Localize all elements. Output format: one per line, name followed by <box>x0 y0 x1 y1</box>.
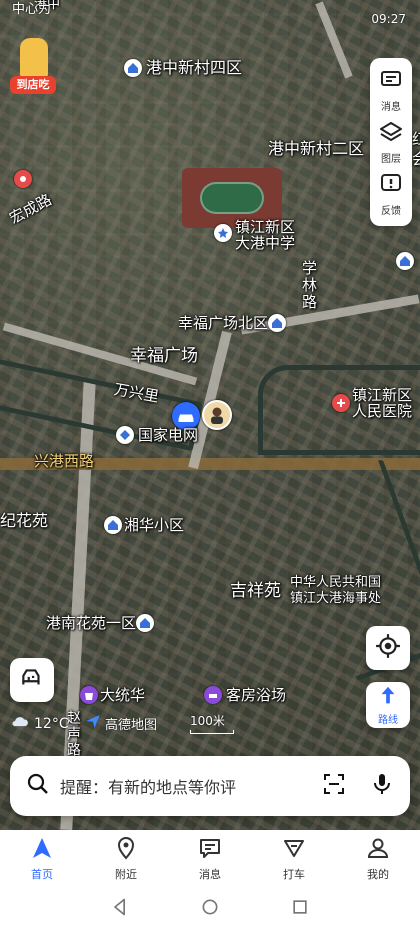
amap-logo: 高德地图 <box>84 712 157 734</box>
taxi-icon <box>282 836 306 866</box>
recents-icon[interactable] <box>290 897 310 921</box>
nav-home[interactable]: 首页 <box>0 830 84 888</box>
search-placeholder: 提醒：有新的地点等你评 <box>60 778 237 797</box>
tool-messages[interactable]: 消息 <box>370 64 412 116</box>
scan-icon[interactable] <box>322 772 346 800</box>
route-button[interactable]: 路线 <box>366 682 410 728</box>
status-left-text: 中心为 <box>12 2 52 17</box>
tool-label: 反馈 <box>381 205 401 217</box>
residential-pin-icon <box>136 614 154 632</box>
grid-pin-icon <box>116 426 134 444</box>
map-label-state-grid[interactable]: 国家电网 <box>138 426 198 444</box>
microphone-icon[interactable] <box>370 772 394 800</box>
map-label-xingfu-north[interactable]: 幸福广场北区 <box>178 314 268 332</box>
locate-button[interactable] <box>366 626 410 670</box>
tool-label: 图层 <box>381 153 401 165</box>
tool-label: 消息 <box>381 101 401 113</box>
layers-icon <box>379 120 403 148</box>
home-circle-icon[interactable] <box>200 897 220 921</box>
cloud-icon <box>10 712 30 736</box>
amap-logo-icon <box>84 712 102 734</box>
status-time: 09:27 <box>371 12 406 26</box>
residential-pin-icon <box>104 516 122 534</box>
search-bar[interactable]: 提醒：有新的地点等你评 <box>10 756 410 816</box>
poi-pin-icon <box>14 170 32 188</box>
system-nav-bar <box>0 888 420 929</box>
drive-mode-button[interactable] <box>10 658 54 702</box>
nav-messages[interactable]: 消息 <box>168 830 252 888</box>
route-arrow-icon <box>377 685 399 711</box>
nav-taxi[interactable]: 打车 <box>252 830 336 888</box>
map-label-school-l2[interactable]: 大港中学 <box>235 234 295 252</box>
nav-label: 首页 <box>31 868 53 881</box>
scale-label: 100米 <box>190 714 225 728</box>
map-label-datonghua[interactable]: 大统华 <box>100 686 145 704</box>
nav-nearby[interactable]: 附近 <box>84 830 168 888</box>
map-label-xingfu-square[interactable]: 幸福广场 <box>130 347 198 365</box>
route-button-label: 路线 <box>378 714 398 726</box>
map-label-edge-right1: 红 <box>412 130 420 148</box>
hotel-pin-icon <box>204 686 222 704</box>
map-label-maritime-l2[interactable]: 镇江大港海事处 <box>290 590 381 608</box>
promo-badge-label: 到店吃 <box>10 76 56 94</box>
map-label-kefang-bath[interactable]: 客房浴场 <box>226 686 286 704</box>
mascot-icon <box>20 38 48 78</box>
back-icon[interactable] <box>110 897 130 921</box>
map-label-xuelin-road[interactable]: 学林路 <box>300 260 318 311</box>
message-icon <box>379 68 403 96</box>
residential-pin-icon <box>124 59 142 77</box>
map-label-gangzhong-2[interactable]: 港中新村二区 <box>268 140 364 158</box>
user-avatar-marker[interactable] <box>202 400 232 430</box>
shopping-pin-icon <box>80 686 98 704</box>
school-pin-icon <box>214 224 232 242</box>
chat-icon <box>198 836 222 866</box>
map-label-jihua-yuan[interactable]: 纪花苑 <box>0 512 48 530</box>
map-label-jixiang-yuan[interactable]: 吉祥苑 <box>230 582 281 600</box>
home-icon <box>30 836 54 866</box>
user-icon <box>366 836 390 866</box>
map-label-xinggang-west-road[interactable]: 兴港西路 <box>34 452 94 470</box>
crosshair-icon <box>375 633 401 663</box>
bottom-nav: 首页 附近 消息 打车 我的 <box>0 830 420 888</box>
map-label-gangzhong-4[interactable]: 港中新村四区 <box>146 59 242 77</box>
weather-widget[interactable]: 12°C <box>10 712 69 736</box>
map-label-edge-right2: 会 <box>412 150 420 168</box>
map-view[interactable]: 港中 港中新村四区 港中新村二区 红 会 宏成路 镇江新区 大港中学 学林路 幸… <box>0 0 420 830</box>
map-tools-panel: 消息 图层 反馈 <box>370 58 412 226</box>
promo-badge[interactable]: 到店吃 <box>10 38 56 96</box>
hospital-pin-icon <box>332 394 350 412</box>
residential-pin-icon <box>396 252 414 270</box>
weather-temp: 12°C <box>34 716 69 732</box>
scale-line <box>190 730 234 734</box>
status-bar: 中心为 09:27 <box>0 0 420 28</box>
search-icon <box>26 772 50 800</box>
map-label-hospital-l2[interactable]: 人民医院 <box>352 402 412 420</box>
car-front-icon <box>19 665 45 695</box>
nav-label: 消息 <box>199 868 221 881</box>
nav-label: 打车 <box>283 868 305 881</box>
map-label-gangnan-1[interactable]: 港南花苑一区 <box>46 614 136 632</box>
tool-layers[interactable]: 图层 <box>370 116 412 168</box>
map-label-xianghua[interactable]: 湘华小区 <box>124 516 184 534</box>
tool-feedback[interactable]: 反馈 <box>370 168 412 220</box>
nav-profile[interactable]: 我的 <box>336 830 420 888</box>
feedback-icon <box>379 172 403 200</box>
scale-bar: 100米 <box>190 712 234 734</box>
amap-logo-text: 高德地图 <box>105 717 158 733</box>
nav-label: 我的 <box>367 868 389 881</box>
residential-pin-icon <box>268 314 286 332</box>
location-pin-icon <box>114 836 138 866</box>
nav-label: 附近 <box>115 868 137 881</box>
